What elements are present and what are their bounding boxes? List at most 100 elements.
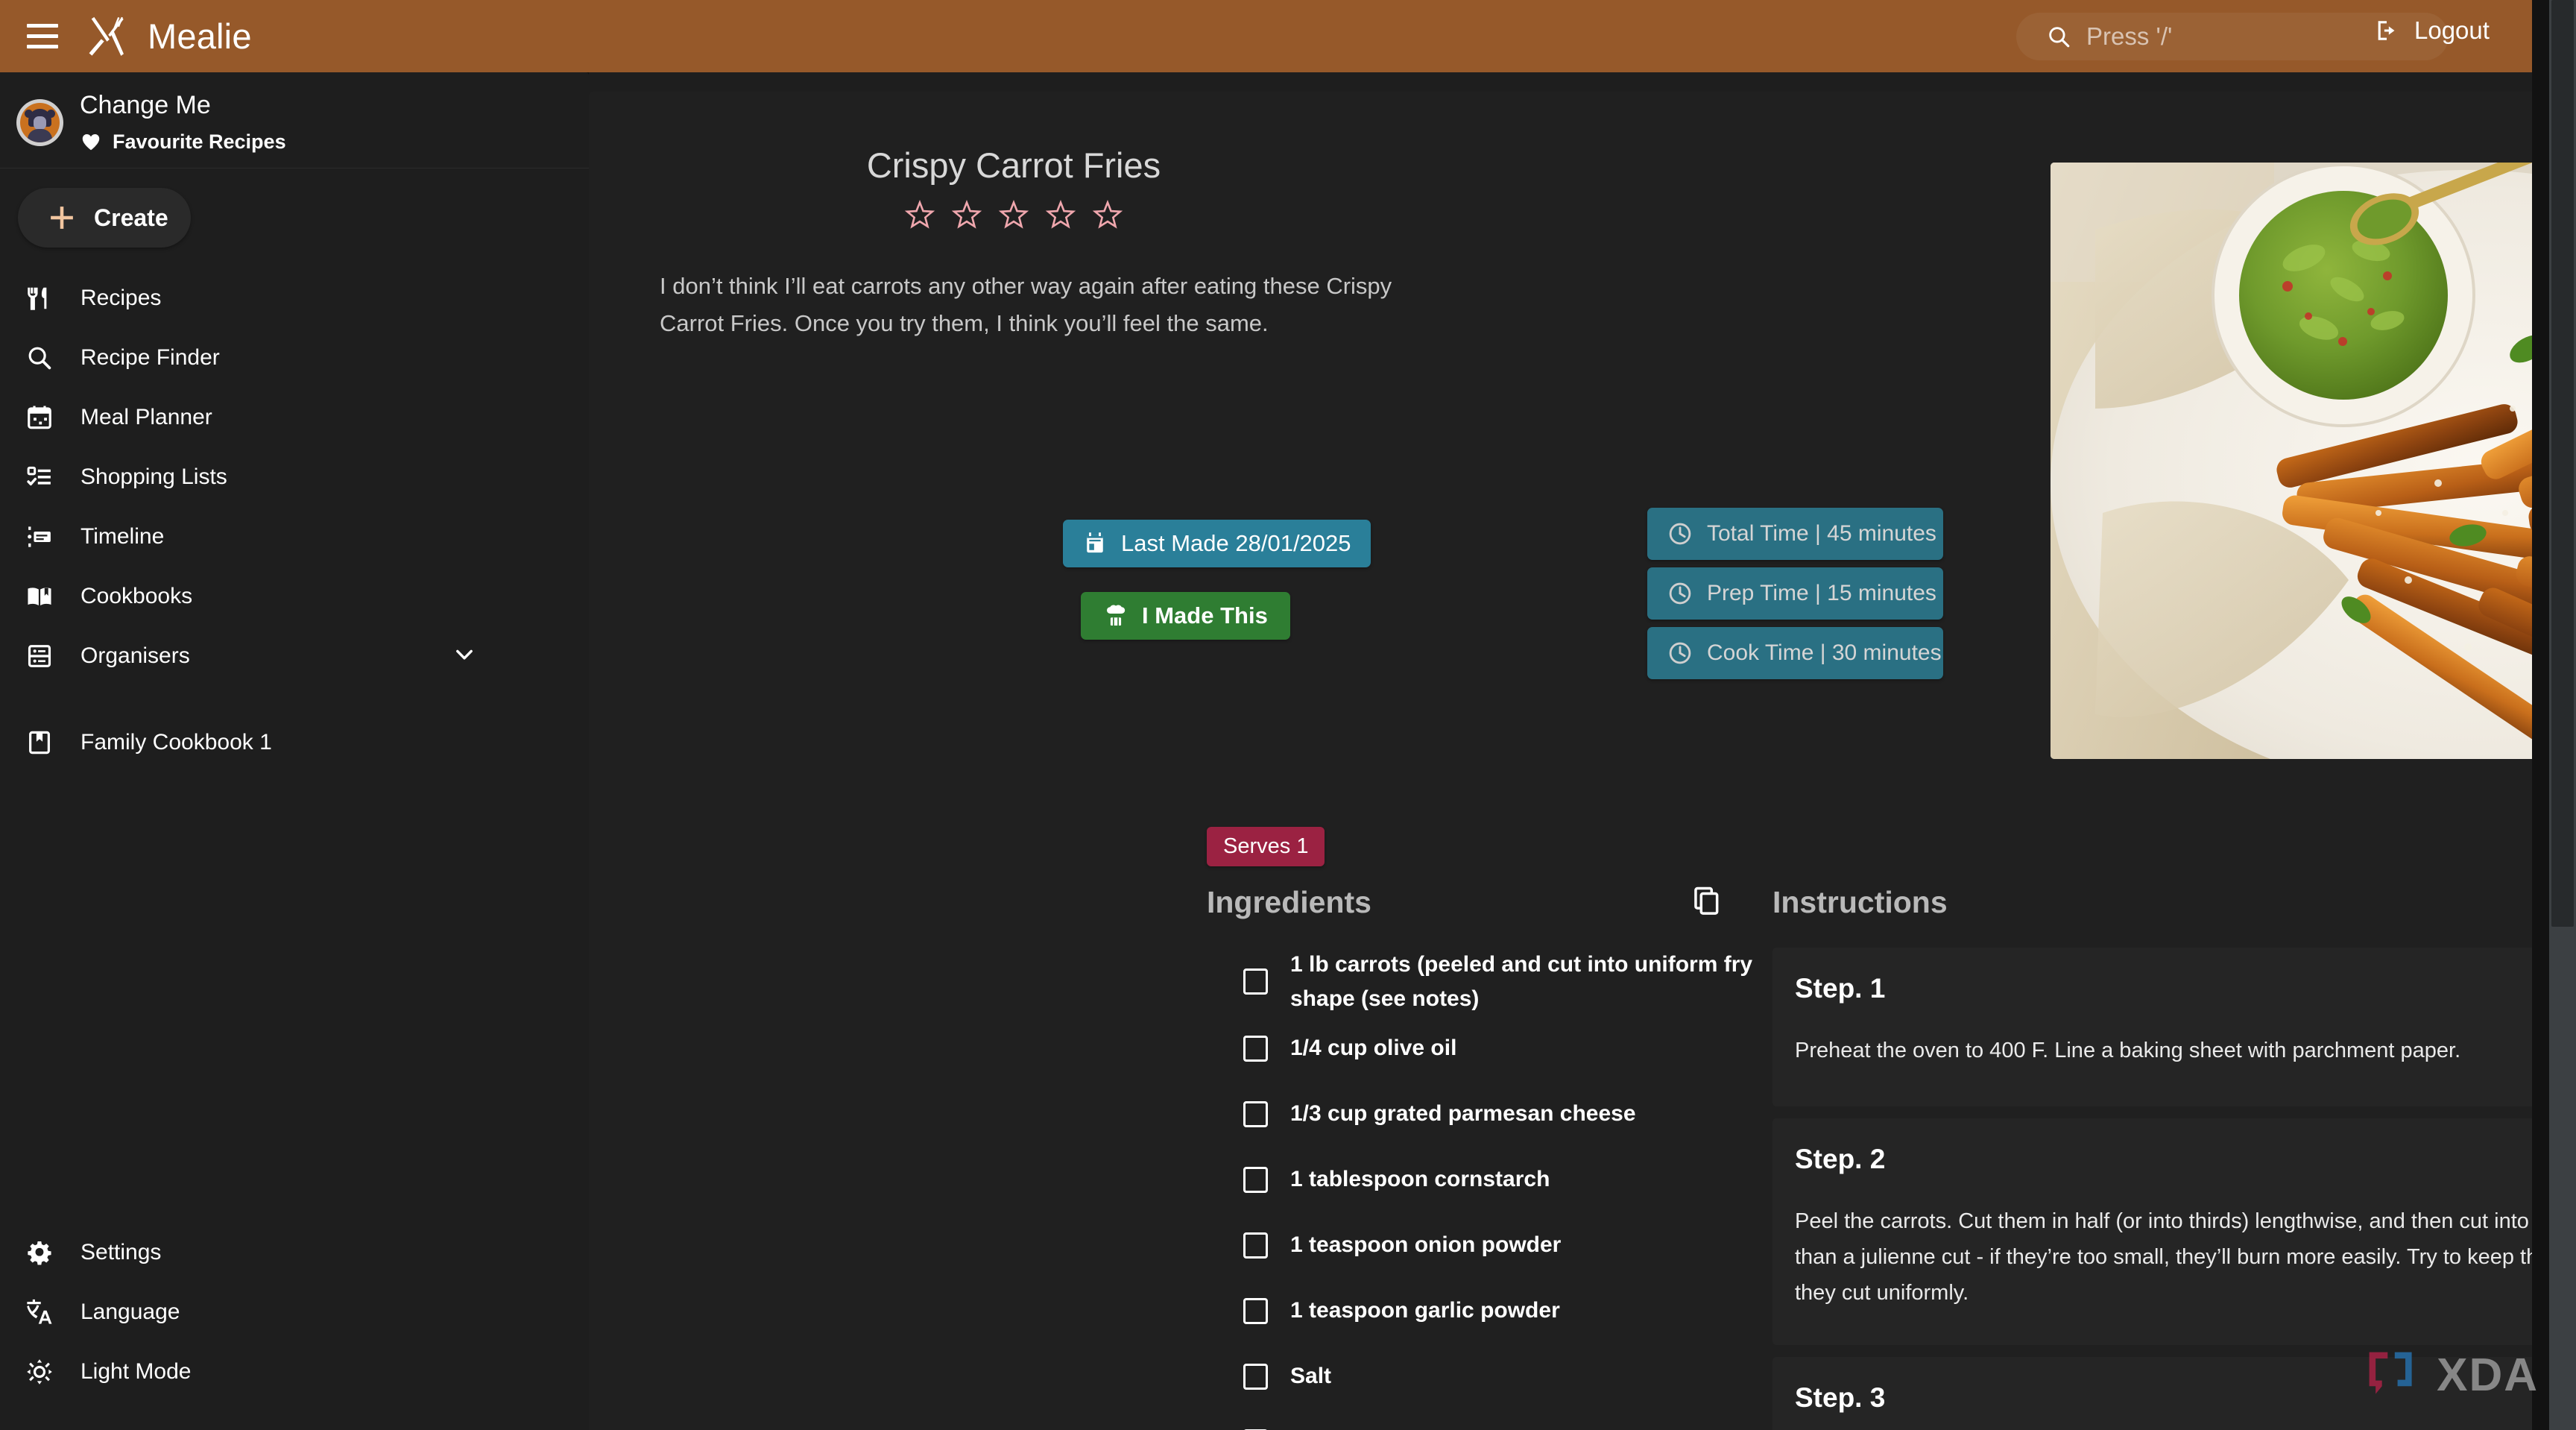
serves-label: Serves 1 — [1223, 834, 1309, 858]
sidebar-item-label: Organisers — [80, 643, 190, 668]
sidebar: Change Me Favourite Recipes Create Recip… — [0, 72, 589, 1430]
ingredient-text: Salt — [1290, 1364, 1332, 1389]
ingredient-row[interactable]: 1 lb carrots (peeled and cut into unifor… — [1207, 948, 1758, 1015]
rating-star-3[interactable] — [998, 199, 1029, 234]
avatar[interactable] — [16, 99, 63, 146]
app-title: Mealie — [148, 16, 252, 56]
plus-icon — [51, 207, 73, 229]
hamburger-menu-icon[interactable] — [19, 13, 66, 60]
i-made-this-button[interactable]: I Made This — [1081, 592, 1290, 640]
chef-hat-icon — [1107, 605, 1126, 626]
ingredient-row[interactable]: Salt — [1207, 1344, 1758, 1409]
format-list-checks-icon — [22, 463, 57, 491]
book-open-icon — [22, 582, 57, 611]
magnify-icon — [22, 344, 57, 372]
search-icon — [2049, 27, 2070, 48]
search-placeholder: Press '/' — [2086, 22, 2173, 50]
rating-star-2[interactable] — [951, 199, 982, 234]
clock-icon — [1669, 642, 1691, 664]
sidebar-item-label: Light Mode — [80, 1359, 192, 1384]
sidebar-item-label: Language — [80, 1300, 180, 1324]
scrollbar-thumb[interactable] — [2551, 0, 2574, 927]
instruction-step[interactable]: Step. 2 Peel the carrots. Cut them in ha… — [1772, 1118, 2532, 1346]
cook-time-label: Cook Time | 30 minutes — [1707, 640, 1942, 665]
rating-star-4[interactable] — [1045, 199, 1076, 234]
create-label: Create — [94, 204, 168, 231]
profile-name: Change Me — [80, 91, 211, 120]
brand-logo[interactable]: Mealie — [85, 15, 252, 58]
recipe-image — [2051, 163, 2532, 759]
sidebar-nav: Recipes Recipe Finder Meal Planner Shopp… — [0, 268, 589, 772]
sidebar-item-organisers[interactable]: Organisers — [0, 626, 589, 686]
chevron-down-icon[interactable] — [452, 642, 477, 671]
organisers-icon — [22, 642, 57, 670]
fork-knife-logo-icon — [89, 16, 124, 56]
sidebar-item-recipes[interactable]: Recipes — [0, 268, 589, 328]
profile-text: Change Me Favourite Recipes — [80, 91, 286, 154]
total-time-label: Total Time | 45 minutes — [1707, 521, 1936, 546]
avatar-body — [28, 129, 52, 142]
calendar-icon — [22, 403, 57, 432]
logout-label: Logout — [2414, 16, 2490, 44]
sidebar-item-shopping-lists[interactable]: Shopping Lists — [0, 447, 589, 507]
app-bar: Mealie Press '/' Logout — [0, 0, 2532, 72]
ingredients-column: Ingredients 1 lb carrots (peeled and cut… — [1207, 876, 1758, 1430]
ingredient-row[interactable]: 1 teaspoon garlic powder — [1207, 1278, 1758, 1344]
ingredient-checkbox[interactable] — [1243, 968, 1268, 995]
profile-row[interactable]: Change Me Favourite Recipes — [0, 72, 589, 154]
rating-star-5[interactable] — [1092, 199, 1123, 234]
prep-time-chip: Prep Time | 15 minutes — [1647, 567, 1943, 620]
ingredient-row[interactable]: 1 teaspoon onion powder — [1207, 1212, 1758, 1278]
ingredient-checkbox[interactable] — [1243, 1035, 1268, 1062]
sidebar-item-language[interactable]: Language — [0, 1282, 589, 1342]
ingredient-checkbox[interactable] — [1243, 1297, 1268, 1324]
sidebar-item-settings[interactable]: Settings — [0, 1223, 589, 1282]
rating-stars[interactable] — [589, 199, 1439, 234]
ingredient-row[interactable]: 1/3 cup grated parmesan cheese — [1207, 1081, 1758, 1147]
ingredient-row[interactable]: Pepper — [1207, 1409, 1758, 1430]
ingredients-header: Ingredients — [1207, 876, 1758, 928]
ingredient-checkbox[interactable] — [1243, 1232, 1268, 1259]
timeline-text-icon — [22, 523, 57, 551]
sidebar-item-recipe-finder[interactable]: Recipe Finder — [0, 328, 589, 388]
ingredient-checkbox[interactable] — [1243, 1100, 1268, 1127]
sidebar-item-cookbooks[interactable]: Cookbooks — [0, 567, 589, 626]
sidebar-item-light-mode[interactable]: Light Mode — [0, 1342, 589, 1402]
instruction-step[interactable]: Step. 1 Preheat the oven to 400 F. Line … — [1772, 948, 2532, 1106]
serves-badge[interactable]: Serves 1 — [1207, 827, 1325, 866]
create-button[interactable]: Create — [18, 188, 191, 248]
avatar-bun-left — [25, 110, 33, 118]
step-text: Peel the carrots. Cut them in half (or i… — [1795, 1209, 2532, 1305]
last-made-chip[interactable]: Last Made 28/01/2025 — [1063, 520, 1371, 567]
ingredient-row[interactable]: 1/4 cup olive oil — [1207, 1015, 1758, 1081]
ingredients-title: Ingredients — [1207, 884, 1371, 919]
ingredient-row[interactable]: 1 tablespoon cornstarch — [1207, 1147, 1758, 1212]
calendar-icon — [1087, 532, 1103, 553]
translate-icon — [22, 1298, 57, 1326]
avatar-face — [34, 116, 46, 130]
favourite-recipes-link[interactable]: Favourite Recipes — [80, 130, 286, 154]
sidebar-item-family-cookbook-1[interactable]: Family Cookbook 1 — [0, 713, 589, 772]
ingredient-text: 1 tablespoon cornstarch — [1290, 1167, 1550, 1192]
page-scrollbar[interactable] — [2549, 0, 2576, 1430]
ingredient-checkbox[interactable] — [1243, 1166, 1268, 1193]
avatar-image — [20, 103, 60, 142]
recipe-description: I don’t think I’ll eat carrots any other… — [660, 273, 1392, 337]
rating-star-1[interactable] — [904, 199, 935, 234]
ingredient-checkbox[interactable] — [1243, 1363, 1268, 1390]
sidebar-item-meal-planner[interactable]: Meal Planner — [0, 388, 589, 447]
copy-icon[interactable] — [1691, 885, 1758, 920]
recipe-card: Crispy Carrot Fries I don’t think I’ll e… — [589, 92, 2532, 1430]
step-title: Step. 1 — [1795, 973, 1886, 1004]
logout-button[interactable]: Logout — [2374, 16, 2490, 45]
avatar-bun-right — [47, 110, 55, 118]
total-time-chip: Total Time | 45 minutes — [1647, 508, 1943, 560]
sidebar-item-label: Recipes — [80, 286, 162, 310]
hamburger-bar — [27, 45, 58, 48]
cook-time-chip: Cook Time | 30 minutes — [1647, 627, 1943, 679]
sidebar-item-timeline[interactable]: Timeline — [0, 507, 589, 567]
instructions-title: Instructions — [1772, 884, 1948, 919]
instructions-header: Instructions Cook Mode — [1772, 876, 2532, 928]
ingredients-list: 1 lb carrots (peeled and cut into unifor… — [1207, 948, 1758, 1430]
fork-knife-icon — [22, 284, 57, 312]
